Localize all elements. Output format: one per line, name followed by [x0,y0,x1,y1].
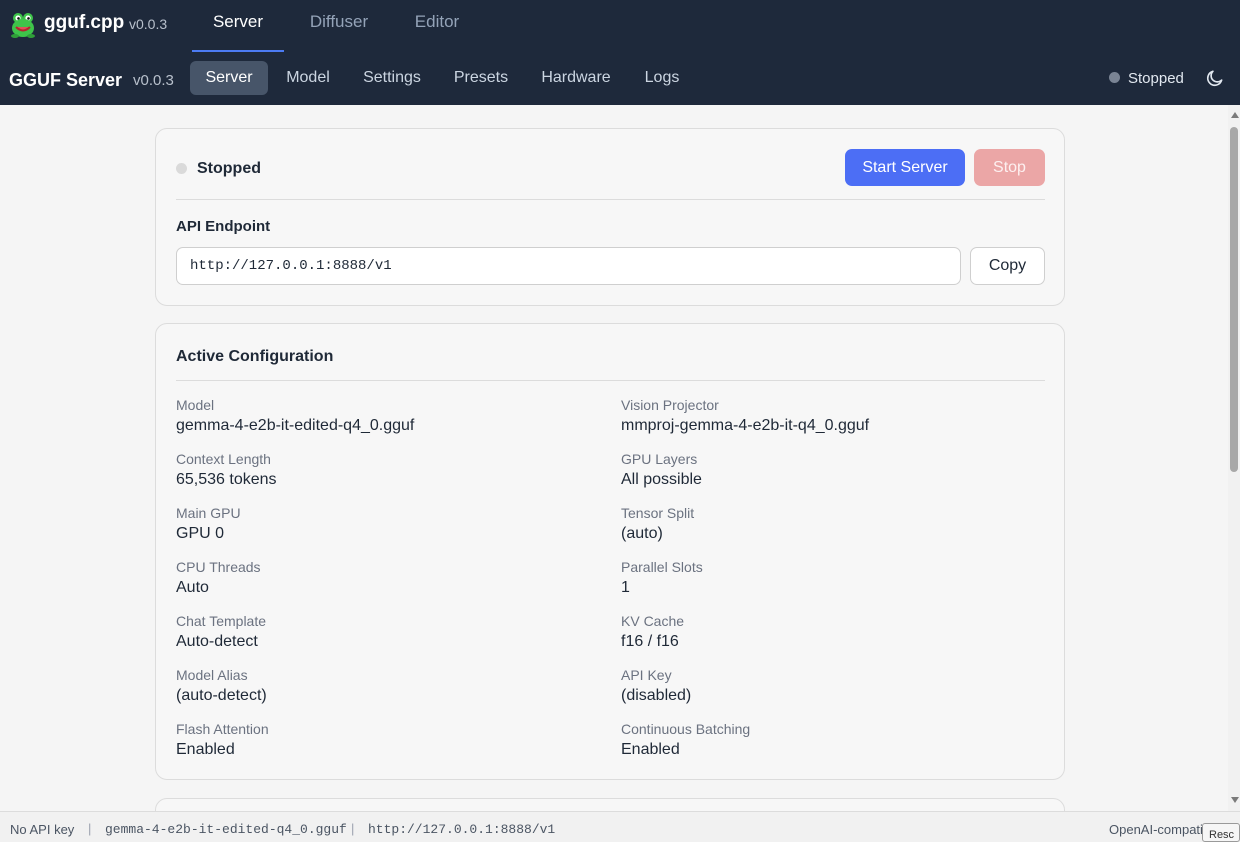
top-app-bar: gguf.cpp v0.0.3 Server Diffuser Editor [0,0,1240,52]
field-label: Parallel Slots [621,559,703,575]
nav-tab-settings[interactable]: Settings [355,61,429,95]
tab-editor[interactable]: Editor [398,0,476,52]
field-value: Auto [176,579,209,596]
field-value: All possible [621,471,702,488]
config-field-api-key: API Key (disabled) [621,667,691,705]
server-control-card: Stopped Start Server Stop API Endpoint C… [155,128,1065,306]
statusbar-separator: | [351,821,355,836]
field-value: Enabled [621,741,680,758]
configuration-title: Active Configuration [176,348,334,365]
app-name: gguf.cpp [44,12,125,33]
nav-tab-model[interactable]: Model [277,61,339,95]
field-label: KV Cache [621,613,685,629]
server-status-text: Stopped [1128,70,1184,87]
field-value: Auto-detect [176,633,258,650]
nav-tab-server[interactable]: Server [190,61,268,95]
statusbar-model: gemma-4-e2b-it-edited-q4_0.gguf [105,822,347,837]
statusbar-separator: | [88,821,92,836]
scroll-up-arrow-icon[interactable] [1231,112,1239,118]
rescale-overlay-tab[interactable]: Resc [1202,823,1240,842]
copy-endpoint-button[interactable]: Copy [970,247,1045,285]
nav-tab-presets[interactable]: Presets [446,61,516,95]
config-field-flash-attention: Flash Attention Enabled [176,721,269,759]
active-configuration-card: Active Configuration Model gemma-4-e2b-i… [155,323,1065,780]
config-field-tensor-split: Tensor Split (auto) [621,505,694,543]
field-label: API Key [621,667,672,683]
server-version: v0.0.3 [133,72,174,89]
divider [176,199,1045,200]
bottom-status-bar: No API key | gemma-4-e2b-it-edited-q4_0.… [0,811,1240,842]
field-value: 65,536 tokens [176,471,277,488]
tab-server[interactable]: Server [192,0,284,52]
field-label: Tensor Split [621,505,695,521]
statusbar-api-key: No API key [10,822,75,837]
field-label: GPU Layers [621,451,698,467]
api-endpoint-input[interactable] [176,247,961,285]
config-field-chat-template: Chat Template Auto-detect [176,613,266,651]
server-status-label: Stopped [197,160,261,177]
field-value: GPU 0 [176,525,225,542]
field-label: Flash Attention [176,721,269,737]
config-field-context-length: Context Length 65,536 tokens [176,451,277,489]
field-label: Main GPU [176,505,241,521]
stop-server-button[interactable]: Stop [974,149,1045,186]
field-label: Continuous Batching [621,721,751,737]
api-endpoint-label: API Endpoint [176,218,271,235]
config-field-model-alias: Model Alias (auto-detect) [176,667,267,705]
field-value: 1 [621,579,630,596]
field-value: (auto) [621,525,663,542]
nav-tab-hardware[interactable]: Hardware [533,61,619,95]
divider [176,380,1045,381]
config-field-model: Model gemma-4-e2b-it-edited-q4_0.gguf [176,397,414,435]
config-field-parallel-slots: Parallel Slots 1 [621,559,703,597]
field-value: (disabled) [621,687,692,704]
config-field-continuous-batching: Continuous Batching Enabled [621,721,750,759]
field-value: f16 / f16 [621,633,679,650]
config-field-vision-projector: Vision Projector mmproj-gemma-4-e2b-it-q… [621,397,869,435]
scroll-down-arrow-icon[interactable] [1231,797,1239,803]
nav-tab-logs[interactable]: Logs [636,61,688,95]
frog-logo-icon [11,13,35,38]
field-label: Model [176,397,215,413]
config-field-main-gpu: Main GPU GPU 0 [176,505,241,543]
field-label: CPU Threads [176,559,261,575]
server-nav-bar: GGUF Server v0.0.3 Server Model Settings… [0,52,1240,105]
field-value: mmproj-gemma-4-e2b-it-q4_0.gguf [621,417,870,434]
field-value: (auto-detect) [176,687,267,704]
field-value: gemma-4-e2b-it-edited-q4_0.gguf [176,417,415,434]
server-status-dot [1109,72,1120,83]
field-label: Vision Projector [621,397,719,413]
start-server-button[interactable]: Start Server [845,149,965,186]
field-value: Enabled [176,741,235,758]
status-indicator-dot [176,163,187,174]
dark-mode-moon-icon[interactable] [1205,68,1225,88]
field-label: Chat Template [176,613,267,629]
field-label: Model Alias [176,667,248,683]
statusbar-url: http://127.0.0.1:8888/v1 [368,822,556,837]
field-label: Context Length [176,451,271,467]
config-field-kv-cache: KV Cache f16 / f16 [621,613,684,651]
config-field-cpu-threads: CPU Threads Auto [176,559,261,597]
tab-diffuser[interactable]: Diffuser [294,0,384,52]
scrollbar-thumb[interactable] [1230,127,1238,472]
app-version: v0.0.3 [129,16,168,32]
page-title: GGUF Server [9,70,123,90]
config-field-gpu-layers: GPU Layers All possible [621,451,702,489]
